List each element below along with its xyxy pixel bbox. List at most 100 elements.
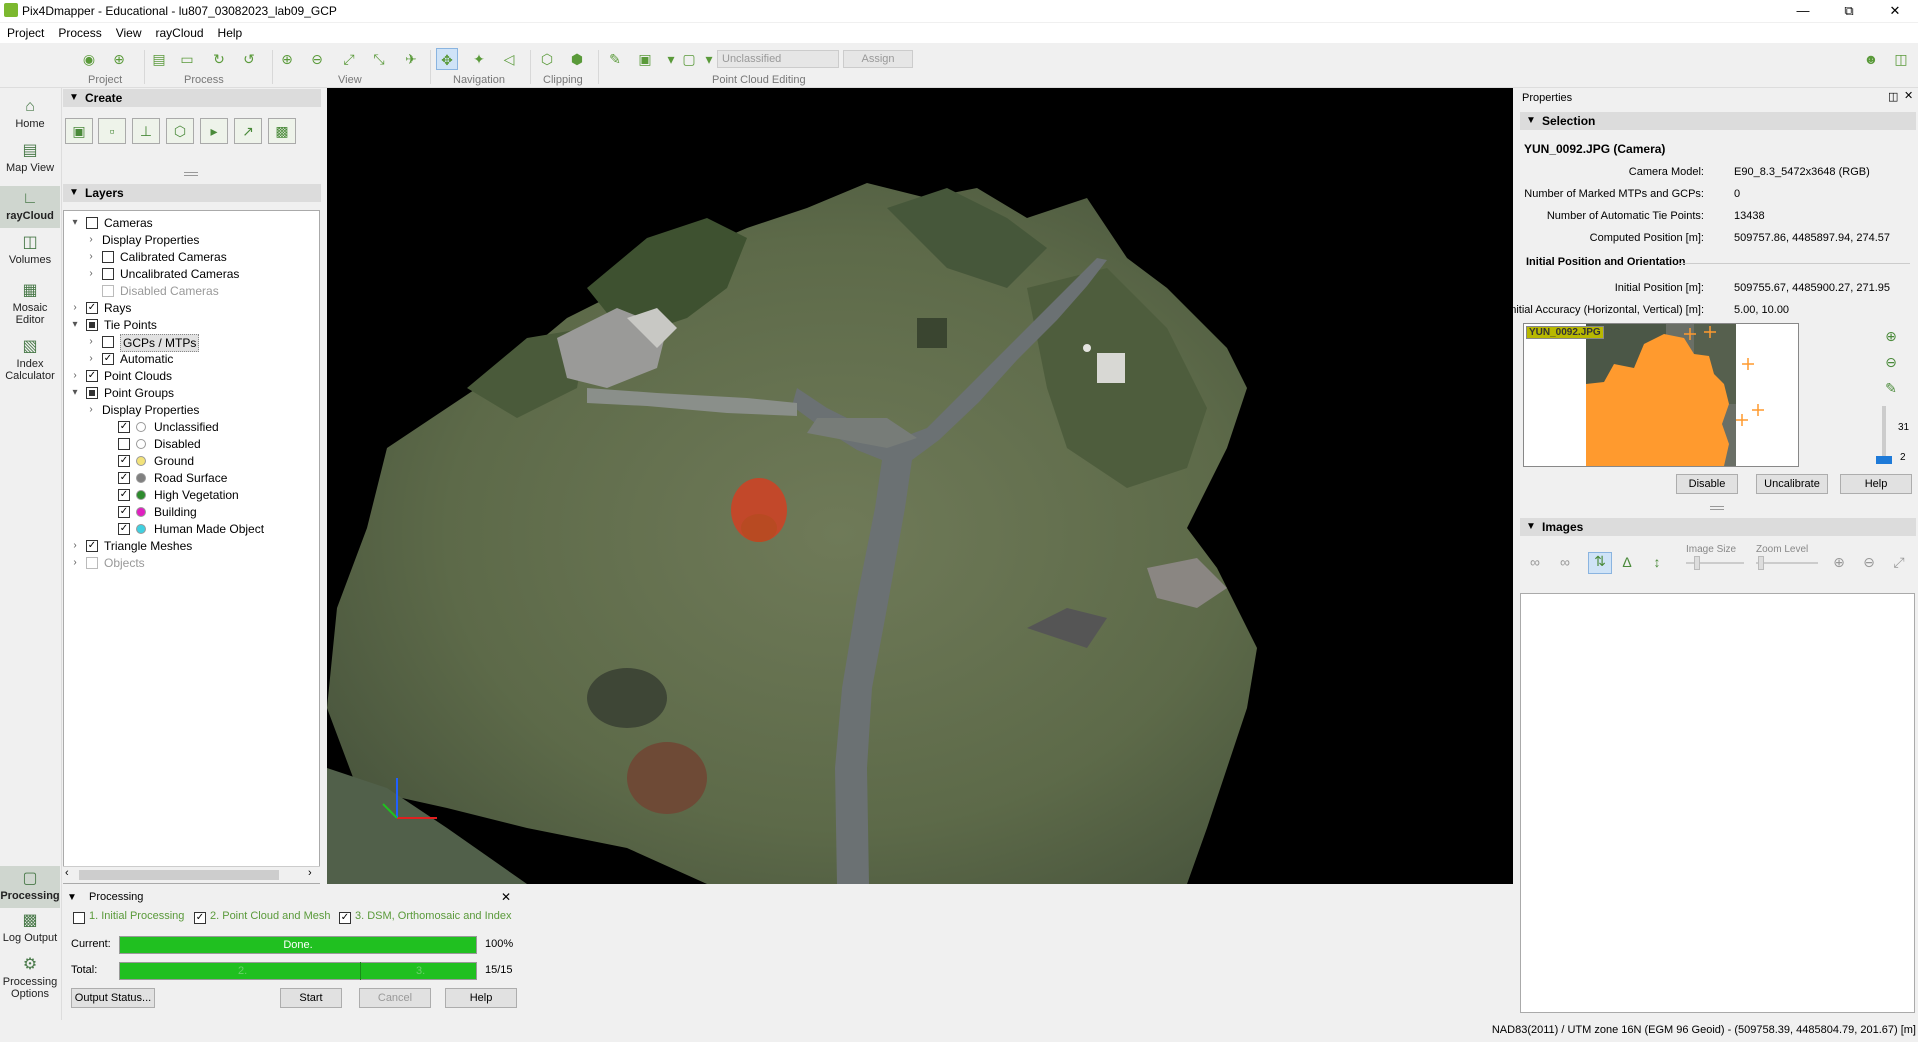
collapse-arrow-icon[interactable]: ›: [86, 266, 96, 282]
classification-select[interactable]: Unclassified: [717, 50, 839, 68]
unlink-icon[interactable]: ∞: [1556, 554, 1574, 572]
fit-icon[interactable]: ⤢: [1890, 554, 1908, 572]
layer-row-point-clouds[interactable]: › ✓ Point Clouds: [64, 368, 319, 384]
user-account-icon[interactable]: ☻: [1860, 48, 1882, 70]
zoom-extent-icon[interactable]: ⤢: [338, 48, 360, 70]
images-list[interactable]: [1520, 593, 1915, 1013]
close-window-button[interactable]: ✕: [1872, 0, 1918, 22]
camera-thumbnail-view[interactable]: YUN_0092.JPG: [1523, 323, 1799, 467]
splitter-handle[interactable]: [184, 172, 198, 176]
layer-checkbox[interactable]: ✓: [86, 302, 98, 314]
clipping-edit-icon[interactable]: ⬢: [566, 48, 588, 70]
layer-row-triangle-meshes[interactable]: › ✓ Triangle Meshes: [64, 538, 319, 554]
create-surface-icon[interactable]: ▩: [268, 118, 296, 144]
layer-row-unclassified[interactable]: ✓ Unclassified: [64, 419, 319, 435]
create-volume-icon[interactable]: ⬡: [166, 118, 194, 144]
layer-row-disabled[interactable]: Disabled: [64, 436, 319, 452]
layer-row-display-properties[interactable]: › Display Properties: [64, 232, 319, 248]
horizontal-scrollbar[interactable]: ‹ ›: [63, 866, 320, 883]
nav-volumes[interactable]: ◫ Volumes: [0, 234, 60, 278]
images-header[interactable]: ▼ Images: [1520, 518, 1916, 536]
cancel-button[interactable]: Cancel: [359, 988, 431, 1008]
collapse-arrow-icon[interactable]: ›: [86, 402, 96, 418]
layer-checkbox[interactable]: ✓: [86, 540, 98, 552]
undock-icon[interactable]: ◫: [1888, 90, 1898, 103]
layer-checkbox[interactable]: [102, 268, 114, 280]
collapse-arrow-icon[interactable]: ›: [86, 249, 96, 265]
layer-row-rays[interactable]: › ✓ Rays: [64, 300, 319, 316]
maximize-button[interactable]: ⧉: [1826, 0, 1872, 22]
layer-checkbox[interactable]: ✓: [102, 353, 114, 365]
nav-mosaic-editor[interactable]: ▦ Mosaic Editor: [0, 282, 60, 334]
menu-raycloud[interactable]: rayCloud: [149, 23, 211, 43]
layer-row-point-groups[interactable]: ▾ Point Groups: [64, 385, 319, 401]
layer-row-automatic[interactable]: › ✓ Automatic: [64, 351, 319, 367]
layer-row-ground[interactable]: ✓ Ground: [64, 453, 319, 469]
layer-row-tie-points[interactable]: ▾ Tie Points: [64, 317, 319, 333]
clipping-box-icon[interactable]: ⬡: [536, 48, 558, 70]
close-icon[interactable]: ✕: [501, 890, 511, 904]
zoom-out-icon[interactable]: ⊖: [1882, 354, 1900, 372]
create-polygon-icon[interactable]: ▣: [65, 118, 93, 144]
layers-header[interactable]: ▼ Layers: [63, 184, 321, 202]
folder-icon[interactable]: ▭: [176, 48, 198, 70]
nav-index-calculator[interactable]: ▧ Index Calculator: [0, 338, 60, 390]
expand-arrow-icon[interactable]: ▾: [70, 385, 80, 401]
expand-arrow-icon[interactable]: ▾: [70, 215, 80, 231]
layer-checkbox[interactable]: [102, 285, 114, 297]
merge-icon[interactable]: ↺: [238, 48, 260, 70]
step2-checkbox[interactable]: ✓: [194, 912, 206, 924]
collapse-arrow-icon[interactable]: ›: [70, 368, 80, 384]
layer-row-objects[interactable]: › Objects: [64, 555, 319, 571]
edit-points-icon[interactable]: ✎: [604, 48, 626, 70]
zoom-level-handle[interactable]: [1758, 556, 1764, 570]
open-project-icon[interactable]: ◉: [78, 48, 100, 70]
standard-navigation-icon[interactable]: ✥: [436, 48, 458, 70]
nav-map-view[interactable]: ▤ Map View: [0, 142, 60, 182]
scroll-left-icon[interactable]: ‹: [65, 867, 69, 879]
selection-header[interactable]: ▼ Selection: [1520, 112, 1916, 130]
zoom-out-icon[interactable]: ⊖: [1860, 554, 1878, 572]
collapse-arrow-icon[interactable]: ›: [86, 351, 96, 367]
layer-checkbox[interactable]: ✓: [118, 523, 130, 535]
layer-row-display-properties[interactable]: › Display Properties: [64, 402, 319, 418]
nav-home[interactable]: ⌂ Home: [0, 98, 60, 138]
collapse-arrow-icon[interactable]: ▼: [67, 892, 77, 903]
layer-row-calibrated-cameras[interactable]: › Calibrated Cameras: [64, 249, 319, 265]
layer-row-disabled-cameras[interactable]: Disabled Cameras: [64, 283, 319, 299]
create-axis-icon[interactable]: ⊥: [132, 118, 160, 144]
layer-checkbox[interactable]: [86, 319, 98, 331]
sort-z-icon[interactable]: ↕: [1648, 554, 1666, 572]
selection-mode-icon[interactable]: ▣: [634, 48, 656, 70]
nav-processing[interactable]: ▢ Processing: [0, 866, 60, 908]
collapse-arrow-icon[interactable]: ›: [86, 232, 96, 248]
raycloud-3d-viewer[interactable]: [327, 88, 1513, 884]
zoom-in-icon[interactable]: ⊕: [276, 48, 298, 70]
layer-checkbox[interactable]: ✓: [86, 370, 98, 382]
help-button[interactable]: Help: [1840, 474, 1912, 494]
layer-row-road-surface[interactable]: ✓ Road Surface: [64, 470, 319, 486]
layer-checkbox[interactable]: ✓: [118, 506, 130, 518]
zoom-slider-handle[interactable]: [1876, 456, 1892, 464]
zoom-level-slider[interactable]: [1756, 562, 1818, 564]
layer-checkbox[interactable]: [118, 438, 130, 450]
reprocess-icon[interactable]: ↻: [208, 48, 230, 70]
layer-row-high-vegetation[interactable]: ✓ High Vegetation: [64, 487, 319, 503]
scroll-right-icon[interactable]: ›: [308, 867, 312, 879]
output-status-button[interactable]: Output Status...: [71, 988, 155, 1008]
menu-help[interactable]: Help: [211, 23, 250, 43]
zoom-in-icon[interactable]: ⊕: [1882, 328, 1900, 346]
splitter-handle[interactable]: [1710, 506, 1724, 510]
fly-to-icon[interactable]: ✈: [400, 48, 422, 70]
image-size-handle[interactable]: [1694, 556, 1700, 570]
expand-arrow-icon[interactable]: ▾: [70, 317, 80, 333]
assign-button[interactable]: Assign: [843, 50, 913, 68]
layer-checkbox[interactable]: [86, 557, 98, 569]
step3-checkbox[interactable]: ✓: [339, 912, 351, 924]
minimize-button[interactable]: —: [1780, 0, 1826, 22]
help-button[interactable]: Help: [445, 988, 517, 1008]
layer-row-uncalibrated-cameras[interactable]: › Uncalibrated Cameras: [64, 266, 319, 282]
layer-checkbox[interactable]: ✓: [118, 472, 130, 484]
target-icon[interactable]: ⊕: [108, 48, 130, 70]
create-header[interactable]: ▼ Create: [63, 89, 321, 107]
